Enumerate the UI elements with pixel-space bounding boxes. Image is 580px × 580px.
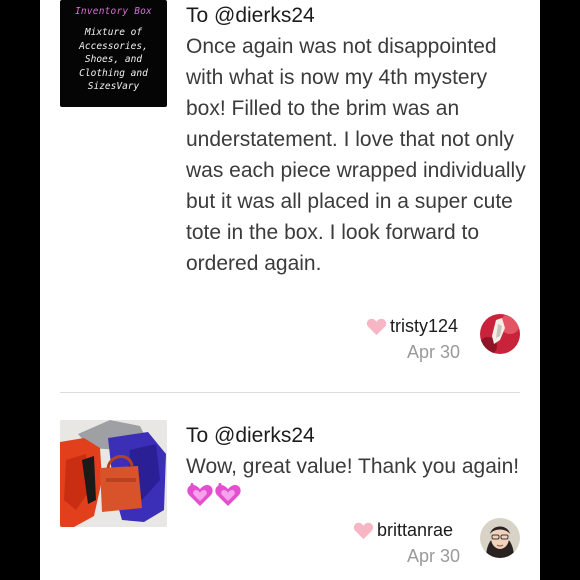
- avatar[interactable]: [480, 314, 520, 354]
- reviewer-row[interactable]: tristy124: [366, 316, 458, 337]
- review-text: Once again was not disappointed with wha…: [186, 35, 526, 275]
- reviewer-row[interactable]: brittanrae: [353, 520, 453, 541]
- review-recipient: To @dierks24: [186, 424, 315, 447]
- heart-icon: [366, 318, 387, 336]
- review-date: Apr 30: [407, 342, 461, 362]
- reviewer-username[interactable]: tristy124: [390, 316, 458, 337]
- listing-thumbnail[interactable]: Inventory Box Mixture of Accessories, Sh…: [60, 0, 167, 107]
- avatar[interactable]: [480, 518, 520, 558]
- thumbnail-text: Mixture of Accessories, Shoes, and Cloth…: [79, 27, 148, 92]
- reviews-panel: Inventory Box Mixture of Accessories, Sh…: [40, 0, 540, 580]
- review-date: Apr 30: [407, 546, 461, 566]
- listing-thumbnail[interactable]: [60, 420, 167, 527]
- heart-icon: [353, 522, 374, 540]
- thumbnail-title: Inventory Box: [75, 6, 152, 17]
- review-text: Wow, great value! Thank you again!: [186, 451, 531, 517]
- sparkling-heart-emoji: [186, 482, 242, 517]
- review-text-content: Wow, great value! Thank you again!: [186, 455, 520, 478]
- divider: [60, 392, 520, 393]
- review-recipient: To @dierks24: [186, 4, 315, 27]
- reviewer-username[interactable]: brittanrae: [377, 520, 453, 541]
